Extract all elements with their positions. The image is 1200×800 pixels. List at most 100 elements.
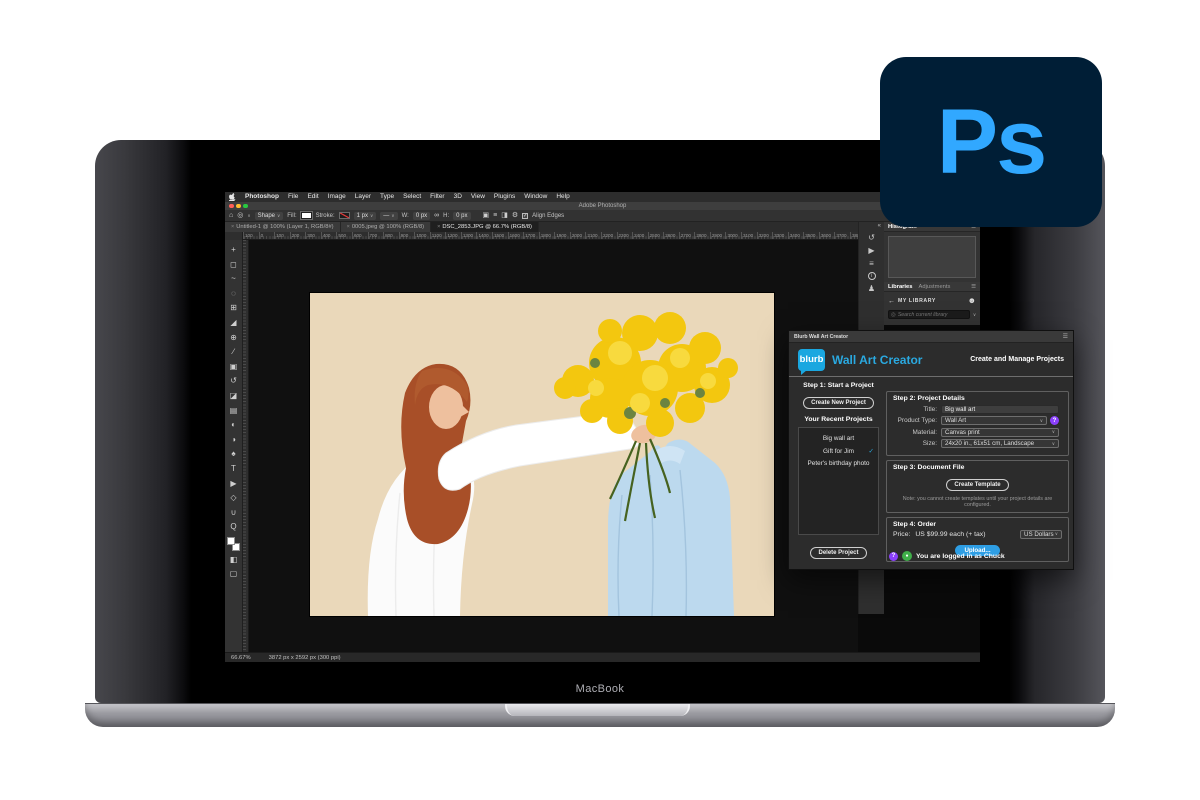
menu-item[interactable]: Type [380,192,394,202]
info-panel-icon[interactable]: i [868,272,876,280]
lasso-tool[interactable]: ~ [231,272,236,287]
create-template-button[interactable]: Create Template [946,479,1008,491]
library-search-field[interactable]: ◎ [888,310,970,319]
menu-item[interactable]: Layer [355,192,371,202]
menu-item[interactable]: Select [403,192,421,202]
menu-item[interactable]: Image [328,192,346,202]
hamburger-menu-icon[interactable]: ☰ [1063,333,1068,340]
fill-swatch[interactable] [301,212,312,219]
align-edges-label: Align Edges [532,213,564,219]
quick-mask-icon[interactable]: ◧ [230,553,238,568]
close-icon[interactable]: × [231,224,234,230]
path-arrangement-icon[interactable]: ◨ [501,211,508,221]
path-alignment-icon[interactable]: ≡ [493,211,497,221]
stroke-swatch[interactable] [339,212,350,219]
path-selection-tool[interactable]: ▶ [230,477,236,492]
blurb-wall-art-creator-dialog: Blurb Wall Art Creator ☰ blurb Wall Art … [788,330,1074,570]
create-new-project-button[interactable]: Create New Project [803,397,874,409]
delete-project-button[interactable]: Delete Project [810,547,866,559]
color-swatches[interactable] [225,537,243,553]
screen-mode-icon[interactable]: ▢ [230,567,238,582]
dodge-tool[interactable]: ◑ [231,433,236,448]
adjustments-panel-icon[interactable]: ≡ [869,257,874,270]
chevron-down-icon[interactable]: ∨ [973,312,976,318]
product-type-label: Product Type: [893,417,937,424]
tab-libraries[interactable]: Libraries [888,284,913,290]
Peter's birthday photo[interactable]: Peter's birthday photo ✓ [799,458,878,471]
document-tab[interactable]: × 0005.jpeg @ 100% (RGB/8) [341,222,432,232]
height-input[interactable]: 0 px [453,212,470,220]
menu-item[interactable]: View [471,192,485,202]
gear-icon[interactable]: ⚙ [512,211,518,221]
menu-item[interactable]: Photoshop [245,192,279,202]
hand-tool[interactable]: ∪ [231,506,237,521]
shape-tool[interactable]: ◇ [230,491,236,506]
Gift for Jim[interactable]: Gift for Jim ✓ [799,446,878,459]
my-library-label[interactable]: MY LIBRARY [898,298,936,304]
document-tab[interactable]: × DSC_2853.JPG @ 66.7% (RGB/8) [431,222,539,232]
brush-tool[interactable]: ∕ [233,345,234,360]
close-icon[interactable]: × [347,224,350,230]
material-select[interactable]: Canvas print ∨ [941,428,1059,437]
link-dimensions-icon[interactable]: ∞ [434,211,439,221]
horizontal-ruler: 1000100200300400500600700800900100011001… [243,232,858,240]
marquee-tool[interactable]: ◻ [230,258,237,273]
step2-heading: Step 2: Project Details [893,395,1062,402]
stroke-style-select[interactable]: — ∨ [380,212,397,220]
plugin-subtitle: Create and Manage Projects [970,356,1064,363]
login-status: You are logged in as Chuck [916,553,1005,560]
step1-heading: Step 1: Start a Project [798,382,879,389]
stroke-label: Stroke: [316,213,335,219]
tool-preset-icon[interactable]: ◎ [237,211,243,221]
move-tool[interactable]: + [231,243,236,258]
search-input[interactable] [898,312,967,318]
tab-adjustments[interactable]: Adjustments [919,284,951,290]
history-brush-tool[interactable]: ↺ [230,374,237,389]
apple-menu-icon[interactable] [229,193,236,202]
healing-brush-tool[interactable]: ⊕ [230,331,237,346]
menu-item[interactable]: 3D [454,192,462,202]
align-edges-checkbox[interactable]: ✓ [522,213,528,219]
document-tab[interactable]: × Untitled-1 @ 100% (Layer 1, RGB/8#) [225,222,341,232]
product-type-select[interactable]: Wall Art ∨ [941,416,1047,425]
pen-tool[interactable]: ♠ [231,447,235,462]
help-icon[interactable]: ? [889,552,898,561]
foreground-color-swatch[interactable] [227,537,235,545]
libraries-panel-icon[interactable]: ♟ [868,282,875,295]
collapse-panels-icon[interactable]: « [859,222,884,231]
path-operations-icon[interactable]: ▣ [483,211,490,221]
currency-select[interactable]: US Dollars ∨ [1020,530,1062,539]
menu-item[interactable]: Filter [430,192,444,202]
back-arrow-icon[interactable]: ← [888,298,895,305]
quick-selection-tool[interactable]: ◌ [231,287,236,302]
help-icon[interactable]: ? [1050,416,1059,425]
clone-stamp-tool[interactable]: ▣ [230,360,238,375]
project-title-input[interactable] [941,405,1059,414]
menu-item[interactable]: Edit [307,192,318,202]
actions-panel-icon[interactable]: ▶ [868,244,874,257]
zoom-tool[interactable]: Q [230,520,236,535]
menu-item[interactable]: Plugins [494,192,515,202]
blur-tool[interactable]: ◐ [231,418,236,433]
panel-menu-icon[interactable]: ☰ [971,284,976,290]
menu-item[interactable]: Help [556,192,569,202]
account-icon[interactable]: ☻ [968,297,976,305]
menu-item[interactable]: File [288,192,298,202]
user-avatar[interactable]: ● [902,551,912,561]
width-input[interactable]: 0 px [413,212,430,220]
history-panel-icon[interactable]: ↺ [868,231,875,244]
stroke-width-select[interactable]: 1 px ∨ [354,212,377,220]
home-icon[interactable]: ⌂ [229,211,233,221]
document-canvas[interactable] [243,240,858,652]
eraser-tool[interactable]: ◪ [230,389,238,404]
Big wall art[interactable]: Big wall art ✓ [799,433,878,446]
menu-item[interactable]: Window [524,192,547,202]
close-icon[interactable]: × [437,224,440,230]
type-tool[interactable]: T [231,462,236,477]
gradient-tool[interactable]: ▤ [230,404,238,419]
eyedropper-tool[interactable]: ◢ [230,316,236,331]
crop-tool[interactable]: ⊞ [230,301,237,316]
tool-mode-select[interactable]: Shape ∨ [255,212,284,220]
size-select[interactable]: 24x20 in., 61x51 cm, Landscape ∨ [941,439,1059,448]
price-label: Price: [893,531,910,538]
